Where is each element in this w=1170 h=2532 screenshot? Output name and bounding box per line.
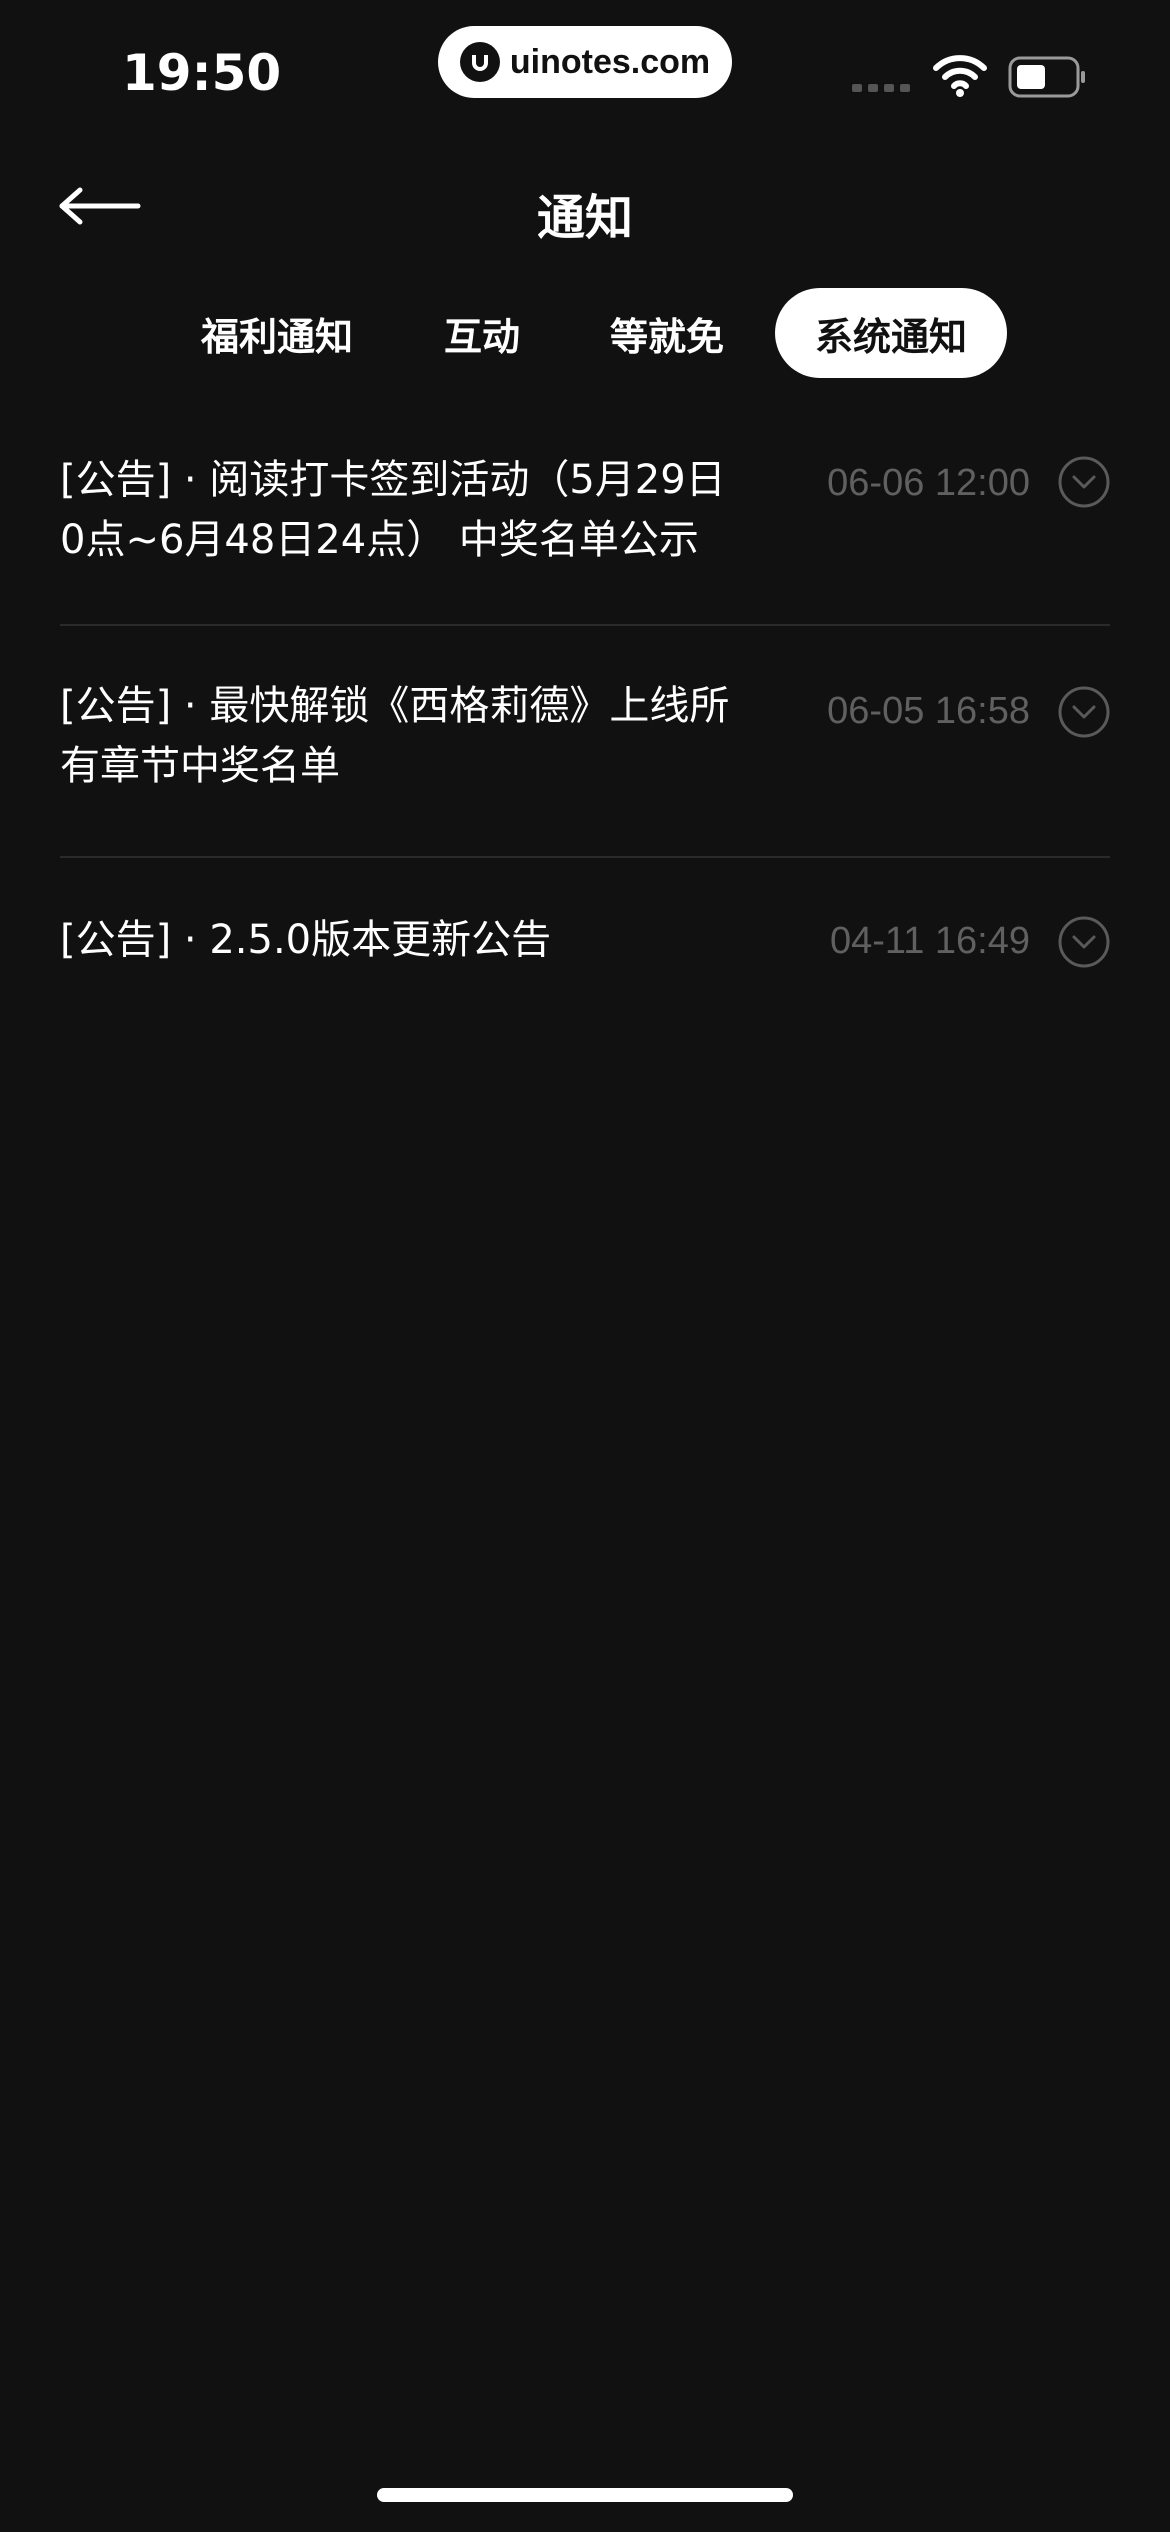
status-time: 19:50	[122, 44, 282, 102]
notification-list: [公告] · 阅读打卡签到活动（5月29日 0点~6月48日24点） 中奖名单公…	[60, 410, 1110, 1038]
notification-item[interactable]: [公告] · 阅读打卡签到活动（5月29日 0点~6月48日24点） 中奖名单公…	[60, 410, 1110, 626]
notification-title: [公告] · 2.5.0版本更新公告	[60, 917, 552, 963]
notification-time: 04-11 16:49	[829, 920, 1030, 962]
notification-time: 06-05 16:58	[827, 690, 1030, 732]
wifi-icon	[933, 55, 987, 97]
status-bar: 19:50 uinotes.com	[0, 0, 1170, 140]
page-title: 通知	[536, 190, 633, 246]
chevron-down-circle-icon[interactable]	[1058, 456, 1110, 508]
chevron-down-circle-icon[interactable]	[1058, 686, 1110, 738]
notification-title: [公告] · 阅读打卡签到活动（5月29日 0点~6月48日24点） 中奖名单公…	[60, 457, 726, 563]
battery-icon	[1008, 56, 1085, 98]
home-indicator[interactable]	[377, 2488, 793, 2502]
watermark-text: uinotes.com	[509, 42, 711, 81]
tab-system-notifications[interactable]: 系统通知	[775, 288, 1007, 378]
tab-wait-free[interactable]: 等就免	[592, 288, 742, 378]
chevron-down-circle-icon[interactable]	[1058, 916, 1110, 968]
tab-welfare-notifications[interactable]: 福利通知	[182, 288, 372, 378]
notification-item[interactable]: [公告] · 2.5.0版本更新公告 04-11 16:49	[60, 858, 1110, 1038]
tab-interactions[interactable]: 互动	[424, 288, 540, 378]
notification-time: 06-06 12:00	[827, 462, 1030, 504]
notification-item[interactable]: [公告] · 最快解锁《西格莉德》上线所 有章节中奖名单 06-05 16:58	[60, 626, 1110, 858]
signal-icon	[852, 84, 910, 92]
watermark-badge: uinotes.com	[438, 26, 732, 98]
tab-bar: 福利通知 互动 等就免 系统通知	[0, 288, 1170, 380]
notification-title: [公告] · 最快解锁《西格莉德》上线所 有章节中奖名单	[60, 683, 730, 789]
watermark-logo-icon	[459, 42, 500, 82]
